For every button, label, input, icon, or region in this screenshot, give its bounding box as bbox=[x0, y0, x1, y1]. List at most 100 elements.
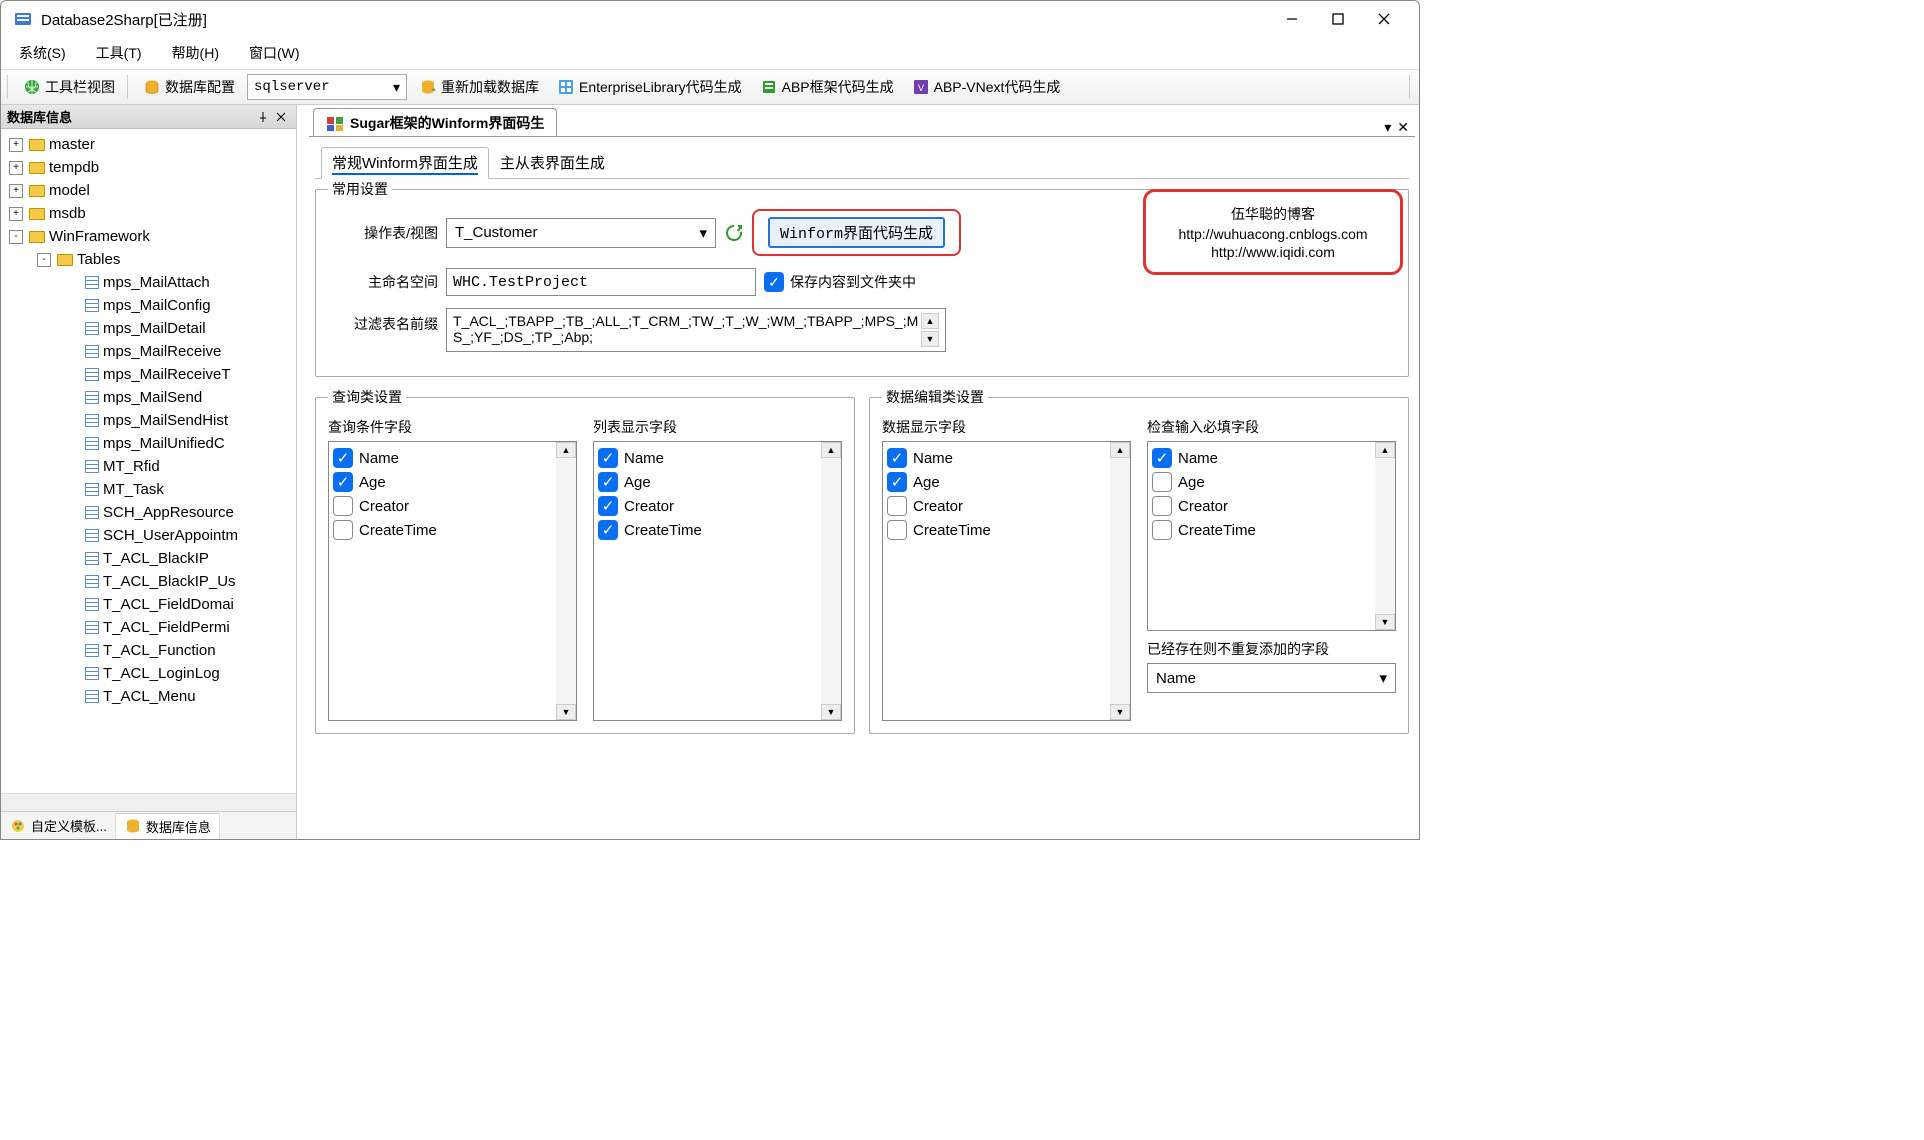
custom-template-tab[interactable]: 自定义模板... bbox=[1, 813, 116, 839]
edit-data-listbox[interactable]: ✓Name✓AgeCreatorCreateTime ▲▼ bbox=[882, 441, 1131, 721]
scroll-up-button[interactable]: ▲ bbox=[556, 442, 576, 458]
blog-link1[interactable]: http://wuhuacong.cnblogs.com bbox=[1178, 226, 1367, 242]
scroll-down-button[interactable]: ▼ bbox=[921, 331, 939, 347]
abp-gen-button[interactable]: ABP框架代码生成 bbox=[754, 73, 900, 101]
checkbox-icon[interactable] bbox=[1152, 496, 1172, 516]
list-item[interactable]: ✓Age bbox=[598, 470, 817, 494]
tree-node[interactable]: SCH_UserAppointm bbox=[3, 524, 294, 547]
subtab-normal[interactable]: 常规Winform界面生成 bbox=[321, 147, 489, 179]
checkbox-icon[interactable]: ✓ bbox=[1152, 448, 1172, 468]
tree-node[interactable]: mps_MailAttach bbox=[3, 271, 294, 294]
scroll-down-button[interactable]: ▼ bbox=[821, 704, 841, 720]
tab-close-icon[interactable]: ✕ bbox=[1397, 119, 1409, 136]
tree-node[interactable]: mps_MailSendHist bbox=[3, 409, 294, 432]
sidebar-close-button[interactable] bbox=[272, 108, 290, 126]
generate-button[interactable]: Winform界面代码生成 bbox=[752, 209, 961, 256]
checkbox-icon[interactable]: ✓ bbox=[887, 472, 907, 492]
reload-db-button[interactable]: 重新加载数据库 bbox=[413, 73, 545, 101]
list-item[interactable]: ✓Age bbox=[333, 470, 552, 494]
tree-node[interactable]: -Tables bbox=[3, 248, 294, 271]
checkbox-icon[interactable] bbox=[887, 520, 907, 540]
list-item[interactable]: Creator bbox=[887, 494, 1106, 518]
tree-node[interactable]: T_ACL_BlackIP bbox=[3, 547, 294, 570]
tree-node[interactable]: mps_MailReceiveT bbox=[3, 363, 294, 386]
refresh-button[interactable] bbox=[724, 223, 744, 243]
entlib-gen-button[interactable]: EnterpriseLibrary代码生成 bbox=[551, 73, 748, 101]
list-item[interactable]: ✓Name bbox=[333, 446, 552, 470]
list-item[interactable]: ✓Age bbox=[887, 470, 1106, 494]
checkbox-icon[interactable] bbox=[333, 520, 353, 540]
list-item[interactable]: ✓Name bbox=[887, 446, 1106, 470]
tree-expander[interactable]: - bbox=[37, 253, 51, 267]
tree-node[interactable]: T_ACL_Menu bbox=[3, 685, 294, 708]
tree-node[interactable]: -WinFramework bbox=[3, 225, 294, 248]
checkbox-icon[interactable]: ✓ bbox=[598, 448, 618, 468]
tree-node[interactable]: T_ACL_FieldDomai bbox=[3, 593, 294, 616]
list-item[interactable]: ✓Name bbox=[598, 446, 817, 470]
tree-node[interactable]: mps_MailDetail bbox=[3, 317, 294, 340]
scroll-up-button[interactable]: ▲ bbox=[1375, 442, 1395, 458]
tree-node[interactable]: +tempdb bbox=[3, 156, 294, 179]
query-list-listbox[interactable]: ✓Name✓Age✓Creator✓CreateTime ▲ ▼ bbox=[593, 441, 842, 721]
list-item[interactable]: CreateTime bbox=[333, 518, 552, 542]
save-folder-checkbox[interactable]: ✓ 保存内容到文件夹中 bbox=[764, 272, 916, 292]
minimize-button[interactable] bbox=[1269, 4, 1315, 34]
list-item[interactable]: CreateTime bbox=[1152, 518, 1371, 542]
db-type-combo[interactable]: sqlserver ▾ bbox=[247, 74, 407, 100]
list-item[interactable]: Creator bbox=[1152, 494, 1371, 518]
tree-node[interactable]: T_ACL_FieldPermi bbox=[3, 616, 294, 639]
toolbar-view-button[interactable]: 工具栏视图 bbox=[17, 73, 121, 101]
checkbox-icon[interactable]: ✓ bbox=[887, 448, 907, 468]
checkbox-icon[interactable] bbox=[1152, 520, 1172, 540]
tree-node[interactable]: mps_MailReceive bbox=[3, 340, 294, 363]
checkbox-icon[interactable]: ✓ bbox=[333, 472, 353, 492]
db-info-tab[interactable]: 数据库信息 bbox=[116, 813, 220, 839]
tree-node[interactable]: +model bbox=[3, 179, 294, 202]
checkbox-icon[interactable] bbox=[333, 496, 353, 516]
filter-textarea[interactable]: T_ACL_;TBAPP_;TB_;ALL_;T_CRM_;TW_;T_;W_;… bbox=[446, 308, 946, 352]
tree-node[interactable]: mps_MailSend bbox=[3, 386, 294, 409]
checkbox-icon[interactable]: ✓ bbox=[598, 520, 618, 540]
table-combo[interactable]: T_Customer ▾ bbox=[446, 218, 716, 248]
checkbox-icon[interactable]: ✓ bbox=[333, 448, 353, 468]
scroll-up-button[interactable]: ▲ bbox=[1110, 442, 1130, 458]
db-tree[interactable]: +master+tempdb+model+msdb-WinFramework-T… bbox=[1, 129, 296, 793]
scroll-up-button[interactable]: ▲ bbox=[921, 313, 939, 329]
scroll-down-button[interactable]: ▼ bbox=[1375, 614, 1395, 630]
tree-expander[interactable]: + bbox=[9, 207, 23, 221]
maximize-button[interactable] bbox=[1315, 4, 1361, 34]
edit-required-listbox[interactable]: ✓NameAgeCreatorCreateTime ▲ ▼ bbox=[1147, 441, 1396, 631]
tree-expander[interactable]: + bbox=[9, 138, 23, 152]
tree-node[interactable]: mps_MailUnifiedC bbox=[3, 432, 294, 455]
checkbox-icon[interactable]: ✓ bbox=[598, 472, 618, 492]
list-item[interactable]: ✓Creator bbox=[598, 494, 817, 518]
tree-node[interactable]: SCH_AppResource bbox=[3, 501, 294, 524]
db-config-button[interactable]: 数据库配置 bbox=[137, 73, 241, 101]
checkbox-icon[interactable] bbox=[887, 496, 907, 516]
tab-dropdown-icon[interactable]: ▾ bbox=[1384, 119, 1391, 136]
tree-node[interactable]: T_ACL_BlackIP_Us bbox=[3, 570, 294, 593]
menu-help[interactable]: 帮助(H) bbox=[166, 41, 225, 65]
menu-tools[interactable]: 工具(T) bbox=[90, 41, 148, 65]
tree-node[interactable]: +msdb bbox=[3, 202, 294, 225]
menu-window[interactable]: 窗口(W) bbox=[243, 41, 306, 65]
tree-node[interactable]: mps_MailConfig bbox=[3, 294, 294, 317]
abp-vnext-gen-button[interactable]: V ABP-VNext代码生成 bbox=[906, 73, 1067, 101]
list-item[interactable]: ✓CreateTime bbox=[598, 518, 817, 542]
blog-link2[interactable]: http://www.iqidi.com bbox=[1211, 244, 1335, 260]
tree-node[interactable]: T_ACL_LoginLog bbox=[3, 662, 294, 685]
list-item[interactable]: Age bbox=[1152, 470, 1371, 494]
checkbox-icon[interactable]: ✓ bbox=[598, 496, 618, 516]
list-item[interactable]: ✓Name bbox=[1152, 446, 1371, 470]
list-item[interactable]: Creator bbox=[333, 494, 552, 518]
tree-expander[interactable]: + bbox=[9, 161, 23, 175]
doc-tab[interactable]: Sugar框架的Winform界面码生 bbox=[313, 108, 557, 136]
tree-expander[interactable]: + bbox=[9, 184, 23, 198]
close-button[interactable] bbox=[1361, 4, 1407, 34]
scroll-up-button[interactable]: ▲ bbox=[821, 442, 841, 458]
scroll-down-button[interactable]: ▼ bbox=[1110, 704, 1130, 720]
tree-node[interactable]: +master bbox=[3, 133, 294, 156]
sidebar-pin-button[interactable] bbox=[254, 108, 272, 126]
ns-input[interactable] bbox=[446, 268, 756, 296]
tree-node[interactable]: T_ACL_Function bbox=[3, 639, 294, 662]
